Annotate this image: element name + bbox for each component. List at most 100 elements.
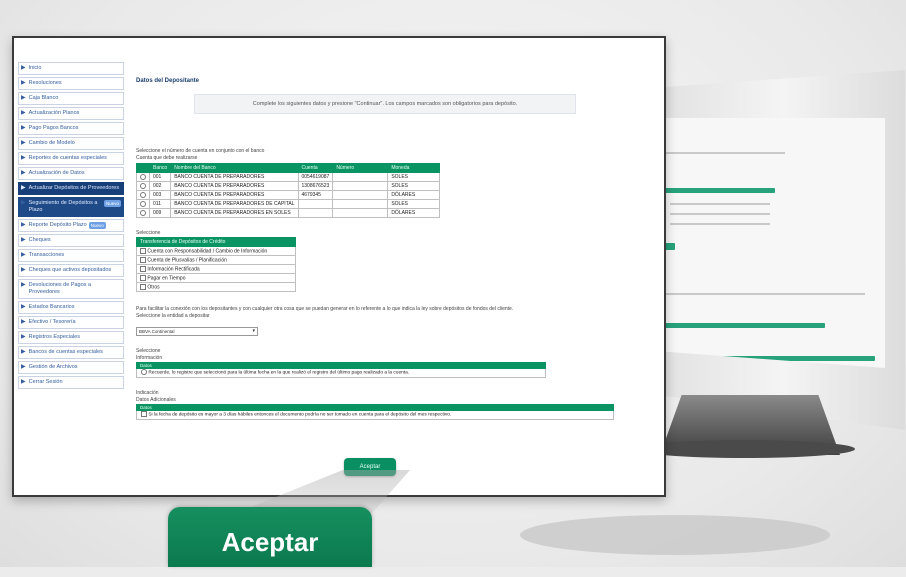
sidebar-item[interactable]: ▶ Efectivo / Tesorería xyxy=(18,316,124,329)
chevron-right-icon: ▶ xyxy=(21,267,26,273)
chevron-right-icon: ▶ xyxy=(21,222,26,228)
row-radio[interactable] xyxy=(140,209,146,216)
table-cell: 011 xyxy=(148,199,172,209)
sidebar-item[interactable]: ▶ Inicio xyxy=(18,62,124,75)
sidebar-item[interactable]: ▶ Cheques xyxy=(18,234,124,247)
sidebar-item[interactable]: ▶ Transacciones xyxy=(18,249,124,262)
sidebar-item-label: Devoluciones de Pagos a Proveedores xyxy=(28,282,91,295)
option-checkbox[interactable] xyxy=(140,274,146,281)
sidebar-item-label: Actualización de Datos xyxy=(28,170,85,176)
section3-label: Seleccione xyxy=(136,348,161,354)
option-checkbox[interactable] xyxy=(140,247,146,254)
row-radio[interactable] xyxy=(140,191,146,198)
option-row[interactable]: Cuenta con Responsabilidad / Cambio de I… xyxy=(136,246,296,256)
sidebar-item-label: Caja Blanco xyxy=(28,95,59,101)
dropdown-label: Seleccione la entidad a depositar xyxy=(136,313,210,319)
chevron-right-icon: ▶ xyxy=(21,155,26,161)
info-row: Recuerde, lo registre que seleccionó par… xyxy=(136,369,546,378)
table-intro-2: Cuenta que debe realizarse xyxy=(136,155,198,161)
row-radio[interactable] xyxy=(140,173,146,180)
sidebar-item-label: Cambio de Modelo xyxy=(28,140,75,146)
sidebar-item-label: Efectivo / Tesorería xyxy=(28,319,76,325)
sidebar-item[interactable]: ▶ Actualización de Datos xyxy=(18,167,124,180)
page-title: Datos del Depositante xyxy=(136,78,200,84)
option-checkbox[interactable] xyxy=(140,256,146,263)
entity-select[interactable]: BBVA Continental ▾ xyxy=(136,327,258,336)
table-cell: 0054619087 xyxy=(297,172,334,182)
sidebar-item[interactable]: ▶ Cheques que activos depositados xyxy=(18,264,124,277)
sidebar-item[interactable]: ▶ Seguimiento de Depósitos a Plazo Nuevo xyxy=(18,197,124,217)
table-cell: BANCO CUENTA DE PREPARADORES DE CAPITAL xyxy=(170,199,299,209)
chevron-right-icon: ▶ xyxy=(21,304,26,310)
sidebar-item[interactable]: ▶ Actualización Planos xyxy=(18,107,124,120)
table-header-row: Banco Nombre del Banco Cuenta Número Mon… xyxy=(136,163,441,173)
sidebar-item[interactable]: ▶ Reporte Depósito Plazo Nuevo xyxy=(18,219,124,232)
chevron-right-icon: ▶ xyxy=(21,95,26,101)
option-checkbox[interactable] xyxy=(140,265,146,272)
extra-bar: Datos xyxy=(136,404,614,411)
option-row[interactable]: Otros xyxy=(136,282,296,292)
chevron-right-icon: ▶ xyxy=(21,80,26,86)
table-cell: DÓLARES xyxy=(387,190,441,200)
chevron-down-icon: ▾ xyxy=(252,328,255,334)
sidebar-item-label: Resoluciones xyxy=(28,80,62,86)
monitor-foot xyxy=(635,440,855,458)
sidebar-item[interactable]: ▶ Cerrar Sesión xyxy=(18,376,124,389)
section4-sub: Datos Adicionales xyxy=(136,397,176,403)
new-badge: Nuevo xyxy=(88,222,106,229)
sidebar-item[interactable]: ▶ Registros Especiales xyxy=(18,331,124,344)
sidebar-item[interactable]: ▶ Cambio de Modelo xyxy=(18,137,124,150)
chevron-right-icon: ▶ xyxy=(21,140,26,146)
sidebar-item[interactable]: ▶ Actualizar Depósitos de Proveedores xyxy=(18,182,124,195)
table-cell: BANCO CUENTA DE PREPARADORES xyxy=(170,172,299,182)
table-cell: DÓLARES xyxy=(387,208,441,218)
sidebar-item[interactable]: ▶ Pago Pagos Bancos xyxy=(18,122,124,135)
row-radio[interactable] xyxy=(140,200,146,207)
sidebar-item-label: Cheques que activos depositados xyxy=(28,267,112,273)
option-row[interactable]: Pagar en Tiempo xyxy=(136,273,296,283)
option-row[interactable]: Información Rectificada xyxy=(136,264,296,274)
row-radio[interactable] xyxy=(140,182,146,189)
table-cell: 4679345 xyxy=(297,190,334,200)
sidebar-item-label: Registros Especiales xyxy=(28,334,80,340)
table-row[interactable]: 002 BANCO CUENTA DE PREPARADORES 130867652… xyxy=(136,181,441,191)
sidebar-item[interactable]: ▶ Gestión de Archivos xyxy=(18,361,124,374)
section3-sub: Información xyxy=(136,355,163,361)
sidebar-item-label: Inicio xyxy=(28,65,42,71)
sidebar-item[interactable]: ▶ Resoluciones xyxy=(18,77,124,90)
options-table: Transferencia de Depósitos de Crédito Cu… xyxy=(136,237,296,292)
option-label: Cuenta con Responsabilidad / Cambio de I… xyxy=(147,248,268,255)
table-cell xyxy=(332,190,389,200)
table-row[interactable]: 003 BANCO CUENTA DE PREPARADORES 4679345 DÓ… xyxy=(136,190,441,200)
chevron-right-icon: ▶ xyxy=(21,110,26,116)
sidebar: ▶ Inicio ▶ Resoluciones ▶ Caja Blanco ▶ Actuali… xyxy=(18,62,124,391)
table-row[interactable]: 009 BANCO CUENTA DE PREPARADORES EN SOLES… xyxy=(136,208,441,218)
sidebar-item[interactable]: ▶ Reportes de cuentas especiales xyxy=(18,152,124,165)
chevron-right-icon: ▶ xyxy=(21,65,26,71)
floor-shadow xyxy=(520,515,830,555)
table-cell: 002 xyxy=(148,181,172,191)
table-cell: SOLES xyxy=(387,199,441,209)
notice-banner: Complete los siguientes datos y presione… xyxy=(194,94,576,114)
table-cell: SOLES xyxy=(387,181,441,191)
sidebar-item[interactable]: ▶ Devoluciones de Pagos a Proveedores xyxy=(18,279,124,299)
sidebar-item[interactable]: ▶ Bancos de cuentas especiales xyxy=(18,346,124,359)
sidebar-item-label: Bancos de cuentas especiales xyxy=(28,349,103,355)
option-row[interactable]: Cuenta de Plusvalías / Planificación xyxy=(136,255,296,265)
table-intro: Seleccione el número de cuenta en conjun… xyxy=(136,148,265,154)
option-checkbox[interactable] xyxy=(140,283,146,290)
chevron-right-icon: ▶ xyxy=(21,185,26,191)
table-cell: BANCO CUENTA DE PREPARADORES EN SOLES xyxy=(170,208,299,218)
sidebar-item-label: Estados Bancarios xyxy=(28,304,75,310)
accounts-table: Banco Nombre del Banco Cuenta Número Mon… xyxy=(136,163,441,218)
table-row[interactable]: 011 BANCO CUENTA DE PREPARADORES DE CAPIT… xyxy=(136,199,441,209)
table-row[interactable]: 001 BANCO CUENTA DE PREPARADORES 005461908… xyxy=(136,172,441,182)
chevron-right-icon: ▶ xyxy=(21,237,26,243)
sidebar-item[interactable]: ▶ Estados Bancarios xyxy=(18,301,124,314)
table-cell xyxy=(297,199,334,209)
sidebar-item[interactable]: ▶ Caja Blanco xyxy=(18,92,124,105)
chevron-right-icon: ▶ xyxy=(21,125,26,131)
accept-button-large[interactable]: Aceptar xyxy=(168,507,372,567)
sidebar-item-label: Seguimiento de Depósitos a Plazo xyxy=(28,200,98,213)
option-label: Pagar en Tiempo xyxy=(147,275,186,282)
